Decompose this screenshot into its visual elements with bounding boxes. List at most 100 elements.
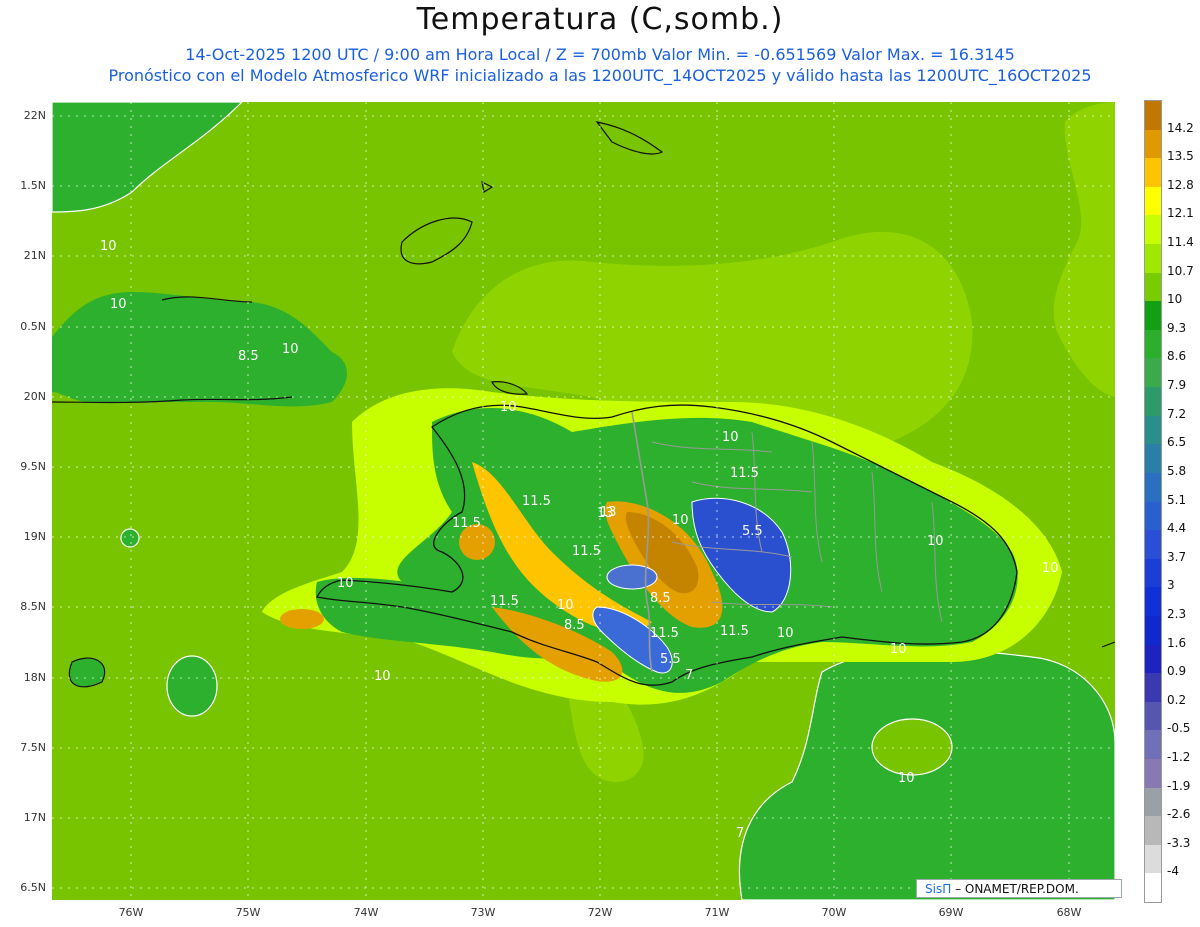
lat-label: 19N <box>23 530 46 543</box>
colorbar-label: -0.5 <box>1167 721 1191 736</box>
lon-label: 69W <box>938 906 964 919</box>
contour-label: 10 <box>1042 561 1059 576</box>
lon-label: 71W <box>704 906 730 919</box>
colorbar-label: 8.6 <box>1167 349 1187 364</box>
sis-logo: SisΠ <box>925 882 952 896</box>
colorbar-label: 0.9 <box>1167 664 1187 679</box>
colorbar-swatch <box>1145 787 1161 817</box>
colorbar-label: 10 <box>1167 292 1183 307</box>
colorbar-swatch <box>1145 415 1161 445</box>
lon-label: 68W <box>1056 906 1082 919</box>
contour-label: 7 <box>685 668 693 683</box>
colorbar-swatch <box>1145 644 1161 674</box>
lat-label: 21N <box>23 249 46 262</box>
colorbar-swatch <box>1145 501 1161 531</box>
lat-label: 8.5N <box>20 600 46 613</box>
lon-label: 76W <box>118 906 144 919</box>
colorbar-swatch <box>1145 215 1161 245</box>
colorbar-label: 10.7 <box>1167 263 1194 278</box>
sw-orange-spot <box>280 609 324 629</box>
contour-label: 10 <box>374 669 391 684</box>
contour-label: 8.5 <box>650 591 671 606</box>
south-cool-blob <box>166 655 218 717</box>
colorbar-label: -4 <box>1167 864 1179 879</box>
contour-label: 7 <box>736 826 744 841</box>
colorbar-swatch <box>1145 873 1161 903</box>
colorbar-label: 4.4 <box>1167 521 1187 536</box>
colorbar-swatch <box>1145 129 1161 159</box>
colorbar-swatch <box>1145 301 1161 331</box>
map-subtitle-date: 14-Oct-2025 1200 UTC / 9:00 am Hora Loca… <box>185 45 1015 64</box>
colorbar-swatch <box>1145 758 1161 789</box>
colorbar-swatch <box>1145 701 1161 731</box>
contour-label: 10 <box>557 598 574 613</box>
colorbar-label: 13.5 <box>1167 149 1194 164</box>
colorbar-label: 3 <box>1167 578 1175 593</box>
temperature-map: 10 10 8.5 10 10 10 11.5 10 11.5 11.5 13 … <box>52 102 1115 900</box>
colorbar-swatch <box>1145 558 1161 588</box>
colorbar-swatch <box>1145 472 1161 502</box>
lat-label: 9.5N <box>20 460 46 473</box>
lat-label: 17N <box>23 811 46 824</box>
contour-label: 5.5 <box>660 652 681 667</box>
colorbar-swatch <box>1145 244 1161 274</box>
credit-box: SisΠ – ONAMET/REP.DOM. <box>916 879 1122 898</box>
colorbar-swatch <box>1145 844 1161 874</box>
colorbar-label: 6.5 <box>1167 435 1187 450</box>
credit-text: – ONAMET/REP.DOM. <box>955 882 1079 896</box>
colorbar <box>1144 100 1162 903</box>
contour-label: 10 <box>282 342 299 357</box>
lon-label: 74W <box>353 906 379 919</box>
lat-label: 1.5N <box>20 179 46 192</box>
lon-label: 73W <box>470 906 496 919</box>
colorbar-label: 14.2 <box>1167 120 1194 135</box>
colorbar-swatch <box>1145 358 1161 388</box>
colorbar-label: 3.7 <box>1167 549 1187 564</box>
contour-label: 10 <box>898 771 915 786</box>
colorbar-label: 12.8 <box>1167 177 1194 192</box>
contour-label: 11.5 <box>572 544 601 559</box>
colorbar-swatch <box>1145 615 1161 646</box>
colorbar-swatch <box>1145 186 1161 216</box>
colorbar-label: 2.3 <box>1167 606 1187 621</box>
colorbar-swatch <box>1145 329 1161 359</box>
jamaica-coast <box>68 657 106 688</box>
lat-label: 18N <box>23 671 46 684</box>
colorbar-swatch <box>1145 816 1161 846</box>
colorbar-swatch <box>1145 730 1161 760</box>
lat-label: 20N <box>23 390 46 403</box>
lat-label: 0.5N <box>20 320 46 333</box>
contour-label: 8.5 <box>564 618 585 633</box>
lon-label: 72W <box>587 906 613 919</box>
colorbar-swatch <box>1145 587 1161 617</box>
contour-label: 10 <box>672 513 689 528</box>
contour-label: 11.5 <box>490 594 519 609</box>
west-cool-dot <box>120 528 140 548</box>
contour-label: 10 <box>500 400 517 415</box>
lat-label: 7.5N <box>20 741 46 754</box>
contour-label: 10 <box>100 239 117 254</box>
contour-label: 11.5 <box>720 624 749 639</box>
lat-label: 22N <box>23 109 46 122</box>
colorbar-swatch <box>1145 444 1161 474</box>
contour-label: 11.5 <box>650 626 679 641</box>
mid-cold-spot <box>606 564 658 590</box>
contour-label: 11.5 <box>522 494 551 509</box>
colorbar-label: 5.8 <box>1167 463 1187 478</box>
colorbar-swatch <box>1145 387 1161 417</box>
colorbar-label: 9.3 <box>1167 320 1187 335</box>
contour-label: 11.5 <box>730 466 759 481</box>
colorbar-label: -2.6 <box>1167 807 1191 822</box>
contour-label: 10 <box>110 297 127 312</box>
contour-label: 11.5 <box>452 516 481 531</box>
colorbar-label: 7.9 <box>1167 378 1187 393</box>
colorbar-swatch <box>1145 158 1161 188</box>
colorbar-label: 5.1 <box>1167 492 1187 507</box>
contour-label: 10 <box>890 642 907 657</box>
colorbar-swatch <box>1145 530 1161 560</box>
map-subtitle-model: Pronóstico con el Modelo Atmosferico WRF… <box>108 66 1092 85</box>
contour-label: 5.5 <box>742 524 763 539</box>
colorbar-swatch <box>1145 673 1161 703</box>
contour-label: 13 <box>600 505 617 520</box>
colorbar-swatch <box>1145 272 1161 302</box>
